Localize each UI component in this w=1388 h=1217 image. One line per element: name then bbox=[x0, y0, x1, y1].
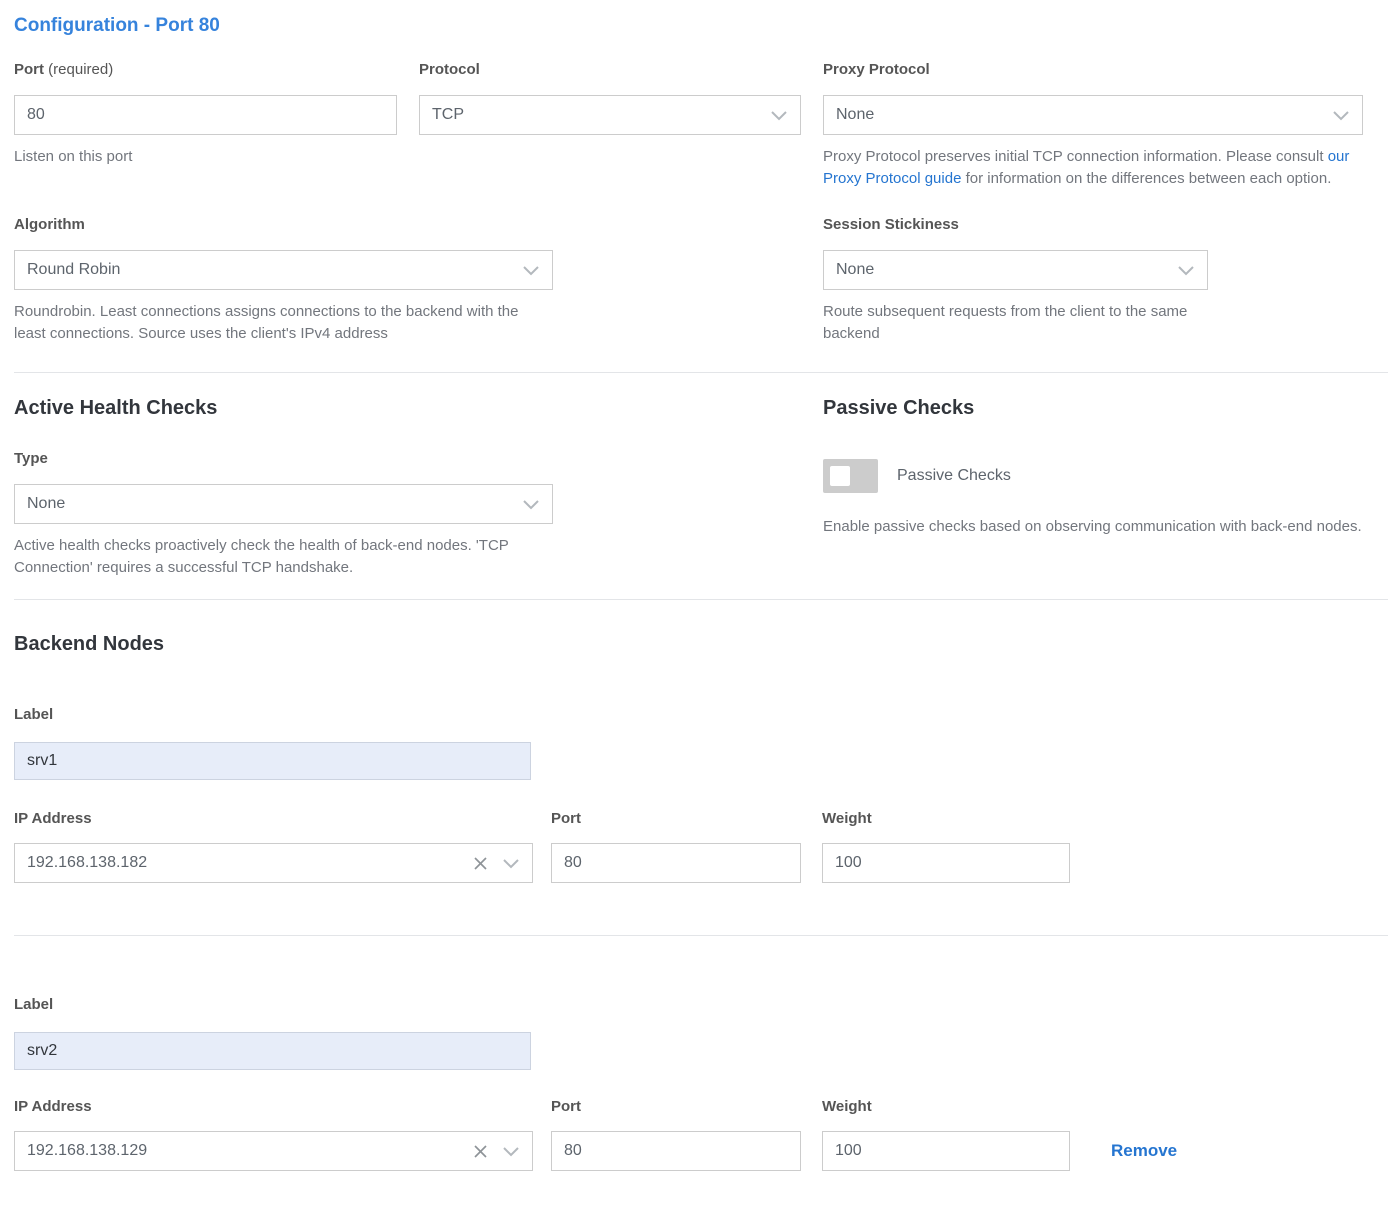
section-divider bbox=[14, 372, 1388, 373]
protocol-selected-value: TCP bbox=[432, 106, 464, 124]
backend-nodes-heading: Backend Nodes bbox=[14, 631, 1363, 657]
ip-address-value: 192.168.138.182 bbox=[27, 854, 147, 872]
active-health-checks-column: Active Health Checks Type None Active he… bbox=[14, 395, 553, 579]
chevron-down-icon bbox=[770, 110, 788, 121]
active-health-checks-help-text: Active health checks proactively check t… bbox=[14, 535, 553, 579]
backend-node-1: Label bbox=[14, 706, 1363, 780]
chevron-down-icon bbox=[522, 499, 540, 510]
node-label-label: Label bbox=[14, 706, 1363, 723]
section-divider bbox=[14, 935, 1388, 936]
protocol-select[interactable]: TCP bbox=[419, 95, 801, 135]
node-label-label: Label bbox=[14, 996, 1363, 1013]
ip-address-combobox[interactable]: 192.168.138.129 bbox=[14, 1131, 533, 1171]
node-weight-label: Weight bbox=[822, 1098, 1070, 1115]
port-label: Port (required) bbox=[14, 61, 397, 78]
nodebalancer-config-page: Configuration - Port 80 Port (required) … bbox=[0, 0, 1388, 1217]
node-label-input[interactable] bbox=[14, 1032, 531, 1070]
session-stickiness-label: Session Stickiness bbox=[823, 216, 1208, 233]
node-port-label: Port bbox=[551, 810, 801, 827]
proxy-protocol-label: Proxy Protocol bbox=[823, 61, 1363, 78]
ip-address-value: 192.168.138.129 bbox=[27, 1142, 147, 1160]
ip-address-label: IP Address bbox=[14, 810, 533, 827]
backend-node-2-address-row: IP Address 192.168.138.129 Port Weight bbox=[14, 1098, 1363, 1171]
algorithm-field-group: Algorithm Round Robin Roundrobin. Least … bbox=[14, 216, 553, 345]
passive-checks-toggle[interactable] bbox=[823, 459, 878, 493]
chevron-down-icon bbox=[1177, 265, 1195, 276]
algorithm-help-text: Roundrobin. Least connections assigns co… bbox=[14, 301, 553, 345]
passive-checks-toggle-label: Passive Checks bbox=[897, 467, 1011, 485]
session-stickiness-selected-value: None bbox=[836, 261, 874, 279]
passive-checks-heading: Passive Checks bbox=[823, 395, 1363, 421]
remove-node-button[interactable]: Remove bbox=[1111, 1141, 1177, 1160]
health-check-type-selected-value: None bbox=[27, 495, 65, 513]
node-port-input[interactable] bbox=[551, 843, 801, 883]
chevron-down-icon bbox=[1332, 110, 1350, 121]
clear-icon[interactable] bbox=[473, 1144, 488, 1159]
session-stickiness-select[interactable]: None bbox=[823, 250, 1208, 290]
ip-address-combobox[interactable]: 192.168.138.182 bbox=[14, 843, 533, 883]
protocol-field-group: Protocol TCP bbox=[419, 61, 801, 135]
chevron-down-icon[interactable] bbox=[502, 858, 520, 869]
proxy-protocol-selected-value: None bbox=[836, 106, 874, 124]
algorithm-selected-value: Round Robin bbox=[27, 261, 120, 279]
config-row-2: Algorithm Round Robin Roundrobin. Least … bbox=[14, 216, 1363, 345]
backend-node-2: Label bbox=[14, 996, 1363, 1070]
passive-checks-help-text: Enable passive checks based on observing… bbox=[823, 516, 1363, 538]
page-title: Configuration - Port 80 bbox=[14, 15, 1363, 37]
node-port-input[interactable] bbox=[551, 1131, 801, 1171]
node-weight-label: Weight bbox=[822, 810, 1070, 827]
toggle-knob bbox=[830, 466, 850, 486]
node-port-field-group: Port bbox=[551, 1098, 801, 1171]
chevron-down-icon[interactable] bbox=[502, 1146, 520, 1157]
port-help-text: Listen on this port bbox=[14, 146, 397, 168]
session-stickiness-help-text: Route subsequent requests from the clien… bbox=[823, 301, 1208, 345]
active-health-checks-heading: Active Health Checks bbox=[14, 395, 553, 421]
proxy-protocol-field-group: Proxy Protocol None Proxy Protocol prese… bbox=[823, 61, 1363, 190]
chevron-down-icon bbox=[522, 265, 540, 276]
session-stickiness-field-group: Session Stickiness None Route subsequent… bbox=[823, 216, 1208, 345]
node-label-input[interactable] bbox=[14, 742, 531, 780]
health-check-type-select[interactable]: None bbox=[14, 484, 553, 524]
node-weight-field-group: Weight bbox=[822, 810, 1070, 883]
health-checks-section: Active Health Checks Type None Active he… bbox=[14, 395, 1363, 579]
node-weight-input[interactable] bbox=[822, 1131, 1070, 1171]
passive-checks-column: Passive Checks Passive Checks Enable pas… bbox=[823, 395, 1363, 538]
passive-checks-toggle-row: Passive Checks bbox=[823, 459, 1363, 493]
port-field-group: Port (required) Listen on this port bbox=[14, 61, 397, 168]
algorithm-select[interactable]: Round Robin bbox=[14, 250, 553, 290]
section-divider bbox=[14, 599, 1388, 600]
ip-address-field-group: IP Address 192.168.138.129 bbox=[14, 1098, 533, 1171]
backend-node-1-address-row: IP Address 192.168.138.182 Port Weight bbox=[14, 810, 1363, 883]
health-check-type-label: Type bbox=[14, 450, 553, 467]
ip-address-field-group: IP Address 192.168.138.182 bbox=[14, 810, 533, 883]
node-remove-column: Remove bbox=[1111, 1098, 1177, 1161]
clear-icon[interactable] bbox=[473, 856, 488, 871]
port-input[interactable] bbox=[14, 95, 397, 135]
algorithm-label: Algorithm bbox=[14, 216, 553, 233]
node-port-field-group: Port bbox=[551, 810, 801, 883]
ip-address-label: IP Address bbox=[14, 1098, 533, 1115]
node-port-label: Port bbox=[551, 1098, 801, 1115]
node-weight-field-group: Weight bbox=[822, 1098, 1070, 1171]
node-weight-input[interactable] bbox=[822, 843, 1070, 883]
proxy-protocol-help-text: Proxy Protocol preserves initial TCP con… bbox=[823, 146, 1363, 190]
protocol-label: Protocol bbox=[419, 61, 801, 78]
config-row-1: Port (required) Listen on this port Prot… bbox=[14, 61, 1363, 190]
proxy-protocol-select[interactable]: None bbox=[823, 95, 1363, 135]
